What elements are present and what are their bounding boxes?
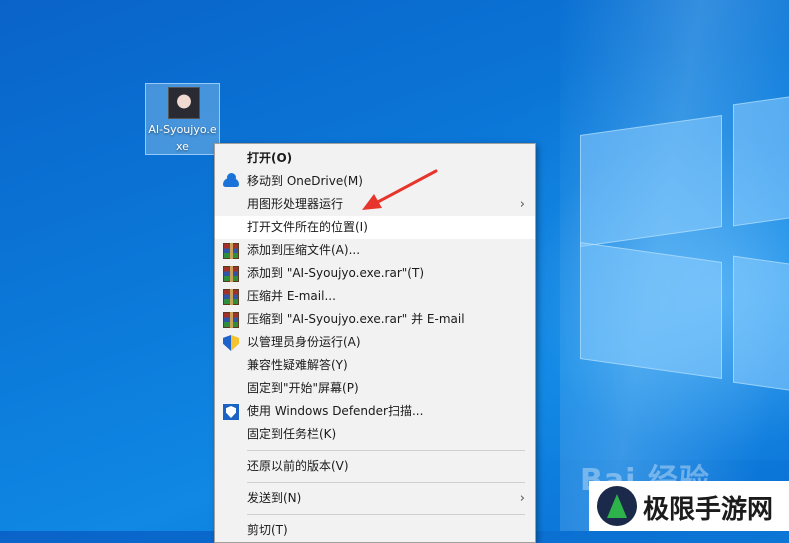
menu-item-label: 压缩到 "AI-Syoujyo.exe.rar" 并 E-mail	[247, 312, 465, 326]
site-logo-icon	[597, 486, 637, 526]
menu-item-label: 添加到压缩文件(A)...	[247, 243, 361, 257]
menu-item-compatibility-troubleshoot[interactable]: 兼容性疑难解答(Y)	[215, 354, 535, 377]
file-icon-label: AI-Syoujyo.exe	[148, 123, 217, 153]
menu-item-label: 还原以前的版本(V)	[247, 459, 349, 473]
annotation-arrow-icon	[362, 169, 438, 210]
menu-item-label: 移动到 OneDrive(M)	[247, 174, 363, 188]
file-thumbnail-icon	[168, 87, 200, 119]
menu-item-label: 发送到(N)	[247, 491, 302, 505]
menu-item-compress-and-email[interactable]: 压缩并 E-mail...	[215, 285, 535, 308]
menu-item-open[interactable]: 打开(O)	[215, 147, 535, 170]
menu-item-label: 兼容性疑难解答(Y)	[247, 358, 348, 372]
menu-item-send-to[interactable]: 发送到(N) ›	[215, 487, 535, 510]
windows-defender-icon	[223, 404, 239, 420]
menu-item-defender-scan[interactable]: 使用 Windows Defender扫描...	[215, 400, 535, 423]
winrar-icon	[223, 266, 239, 282]
menu-item-pin-to-start[interactable]: 固定到"开始"屏幕(P)	[215, 377, 535, 400]
menu-item-restore-previous-versions[interactable]: 还原以前的版本(V)	[215, 455, 535, 478]
wallpaper-logo-pane	[733, 255, 789, 392]
menu-item-label: 剪切(T)	[247, 523, 288, 537]
menu-item-run-as-admin[interactable]: 以管理员身份运行(A)	[215, 331, 535, 354]
winrar-icon	[223, 289, 239, 305]
menu-item-pin-to-taskbar[interactable]: 固定到任务栏(K)	[215, 423, 535, 446]
menu-item-label: 用图形处理器运行	[247, 197, 344, 211]
menu-item-label: 以管理员身份运行(A)	[247, 335, 361, 349]
menu-item-label: 使用 Windows Defender扫描...	[247, 404, 424, 418]
menu-separator	[247, 450, 525, 451]
submenu-arrow-icon: ›	[519, 491, 525, 506]
menu-item-label: 压缩并 E-mail...	[247, 289, 336, 303]
menu-item-label: 固定到任务栏(K)	[247, 427, 337, 441]
wallpaper-logo-pane	[733, 95, 789, 227]
menu-item-compress-to-rar-and-email[interactable]: 压缩到 "AI-Syoujyo.exe.rar" 并 E-mail	[215, 308, 535, 331]
site-logo-badge: 极限手游网	[589, 481, 789, 531]
menu-separator	[247, 514, 525, 515]
uac-shield-icon	[223, 335, 239, 351]
menu-item-label: 添加到 "AI-Syoujyo.exe.rar"(T)	[247, 266, 424, 280]
menu-separator	[247, 482, 525, 483]
submenu-arrow-icon: ›	[519, 197, 525, 212]
wallpaper-logo-pane	[580, 115, 722, 247]
menu-item-open-file-location[interactable]: 打开文件所在的位置(I)	[215, 216, 535, 239]
menu-item-label: 打开(O)	[247, 151, 293, 165]
menu-item-label: 打开文件所在的位置(I)	[247, 220, 368, 234]
winrar-icon	[223, 243, 239, 259]
onedrive-icon	[223, 173, 239, 187]
menu-item-label: 固定到"开始"屏幕(P)	[247, 381, 359, 395]
wallpaper-logo-pane	[580, 242, 722, 379]
desktop-file-icon[interactable]: AI-Syoujyo.exe	[145, 83, 220, 155]
menu-item-add-to-rar[interactable]: 添加到 "AI-Syoujyo.exe.rar"(T)	[215, 262, 535, 285]
site-logo-text: 极限手游网	[643, 495, 774, 525]
menu-item-add-to-archive[interactable]: 添加到压缩文件(A)...	[215, 239, 535, 262]
winrar-icon	[223, 312, 239, 328]
